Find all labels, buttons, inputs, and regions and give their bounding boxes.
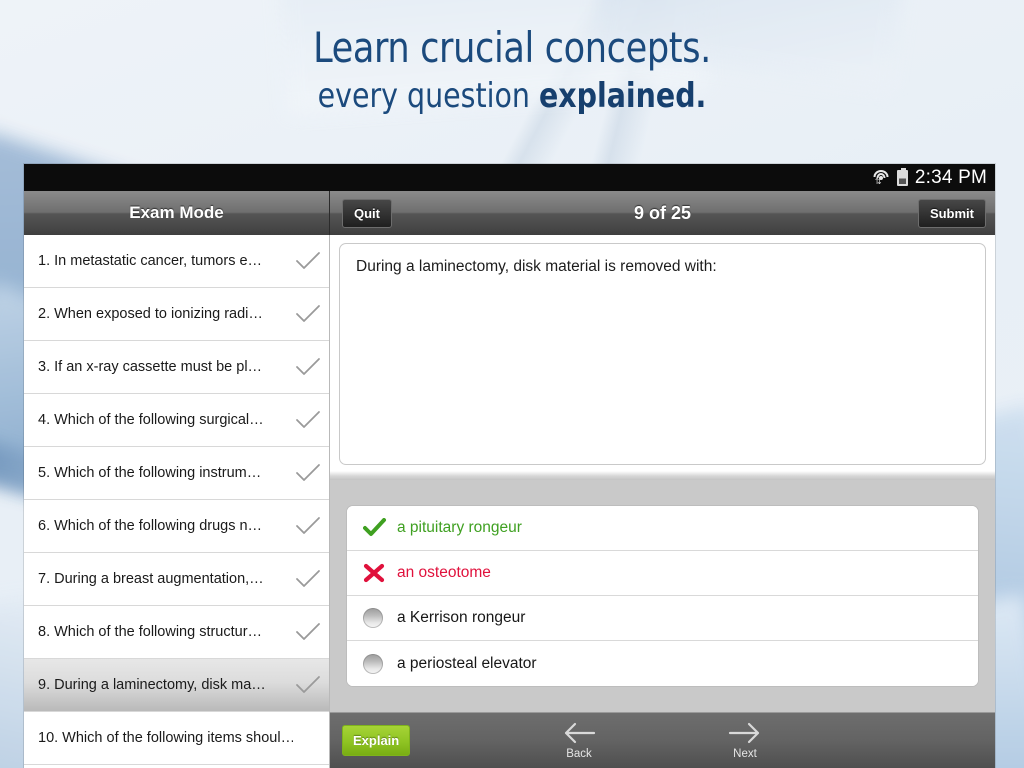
option-row[interactable]: an osteotome [347,551,978,596]
check-icon [363,518,397,538]
checkmark-icon [293,675,323,695]
question-list-item-label: 10. Which of the following items shoul… [38,730,293,746]
back-label: Back [566,748,592,760]
question-list-item[interactable]: 7. During a breast augmentation,… [24,553,329,606]
question-list-item-label: 9. During a laminectomy, disk ma… [38,677,266,693]
radio-icon [363,653,397,674]
question-header: Quit 9 of 25 Submit [330,191,995,235]
next-label: Next [733,748,757,760]
checkmark-icon [293,463,323,483]
submit-button[interactable]: Submit [917,198,986,228]
promo-headline: Learn crucial concepts. every question e… [0,23,1024,117]
x-icon [363,563,397,583]
question-list-item-label: 8. Which of the following structur… [38,624,263,640]
question-list-item[interactable]: 3. If an x-ray cassette must be pl… [24,341,329,394]
checkmark-icon [293,357,323,377]
back-button[interactable]: Back [540,721,618,760]
battery-icon [896,167,908,186]
options-list[interactable]: a pituitary rongeur an osteotome a Kerriso… [346,505,979,687]
app-header: Exam Mode Quit 9 of 25 Submit [24,191,995,235]
checkmark-icon [293,251,323,271]
exam-mode-header: Exam Mode [24,191,330,235]
question-list-item[interactable]: 10. Which of the following items shoul… [24,712,329,765]
option-label: an osteotome [397,564,491,581]
pane-divider [330,471,995,480]
question-list-item[interactable]: 5. Which of the following instrum… [24,447,329,500]
promo-line-2-regular: every question [317,76,539,116]
explain-button[interactable]: Explain [342,725,411,756]
status-clock: 2:34 PM [914,166,987,188]
checkmark-icon [293,516,323,536]
promo-line-2: every question explained. [36,76,988,116]
option-row[interactable]: a pituitary rongeur [347,506,978,551]
tablet-screen: ⇅ 2:34 PM Exam Mode Quit 9 of 25 Submit … [24,164,995,768]
question-list-item[interactable]: 2. When exposed to ionizing radi… [24,288,329,341]
option-row[interactable]: a Kerrison rongeur [347,596,978,641]
question-list-item-label: 7. During a breast augmentation,… [38,571,264,587]
quit-button[interactable]: Quit [342,198,392,228]
question-card-wrapper: During a laminectomy, disk material is r… [330,235,995,465]
checkmark-icon [293,622,323,642]
question-list-item-label: 6. Which of the following drugs n… [38,518,263,534]
checkmark-icon [293,304,323,324]
option-label: a periosteal elevator [397,654,537,672]
question-list-item[interactable]: 1. In metastatic cancer, tumors e… [24,235,329,288]
option-label: a Kerrison rongeur [397,609,526,626]
question-list-item-label: 4. Which of the following surgical… [38,412,264,428]
next-button[interactable]: Next [706,721,784,760]
checkmark-icon [293,410,323,430]
question-counter: 9 of 25 [633,202,692,223]
question-list-item[interactable]: 4. Which of the following surgical… [24,394,329,447]
question-list-item[interactable]: 9. During a laminectomy, disk ma… [24,659,329,712]
question-list-item[interactable]: 8. Which of the following structur… [24,606,329,659]
question-list-item-label: 3. If an x-ray cassette must be pl… [38,359,263,375]
question-list-item-label: 2. When exposed to ionizing radi… [38,306,263,322]
radio-icon[interactable] [363,653,383,674]
question-list[interactable]: 1. In metastatic cancer, tumors e… 2. Whe… [24,235,330,768]
checkmark-icon [293,569,323,589]
bottom-toolbar: Explain Back Next [330,712,995,768]
question-list-item[interactable]: 6. Which of the following drugs n… [24,500,329,553]
option-label: a pituitary rongeur [397,519,522,536]
options-area: a pituitary rongeur an osteotome a Kerriso… [330,480,995,712]
question-list-item-label: 1. In metastatic cancer, tumors e… [38,253,263,269]
question-pane: During a laminectomy, disk material is r… [330,235,995,768]
question-list-item-label: 5. Which of the following instrum… [38,465,262,481]
arrow-left-icon [540,721,618,745]
radio-icon[interactable] [363,608,383,628]
radio-icon [363,608,397,628]
status-bar: ⇅ 2:34 PM [24,164,995,191]
exam-body: 1. In metastatic cancer, tumors e… 2. Whe… [24,235,995,768]
promo-line-2-bold: explained. [538,76,707,116]
arrow-right-icon [706,721,784,745]
option-row[interactable]: a periosteal elevator [347,641,978,686]
exam-mode-title: Exam Mode [129,203,224,222]
wifi-icon: ⇅ [873,170,890,186]
promo-line-1: Learn crucial concepts. [313,23,711,72]
question-text: During a laminectomy, disk material is r… [339,243,986,465]
